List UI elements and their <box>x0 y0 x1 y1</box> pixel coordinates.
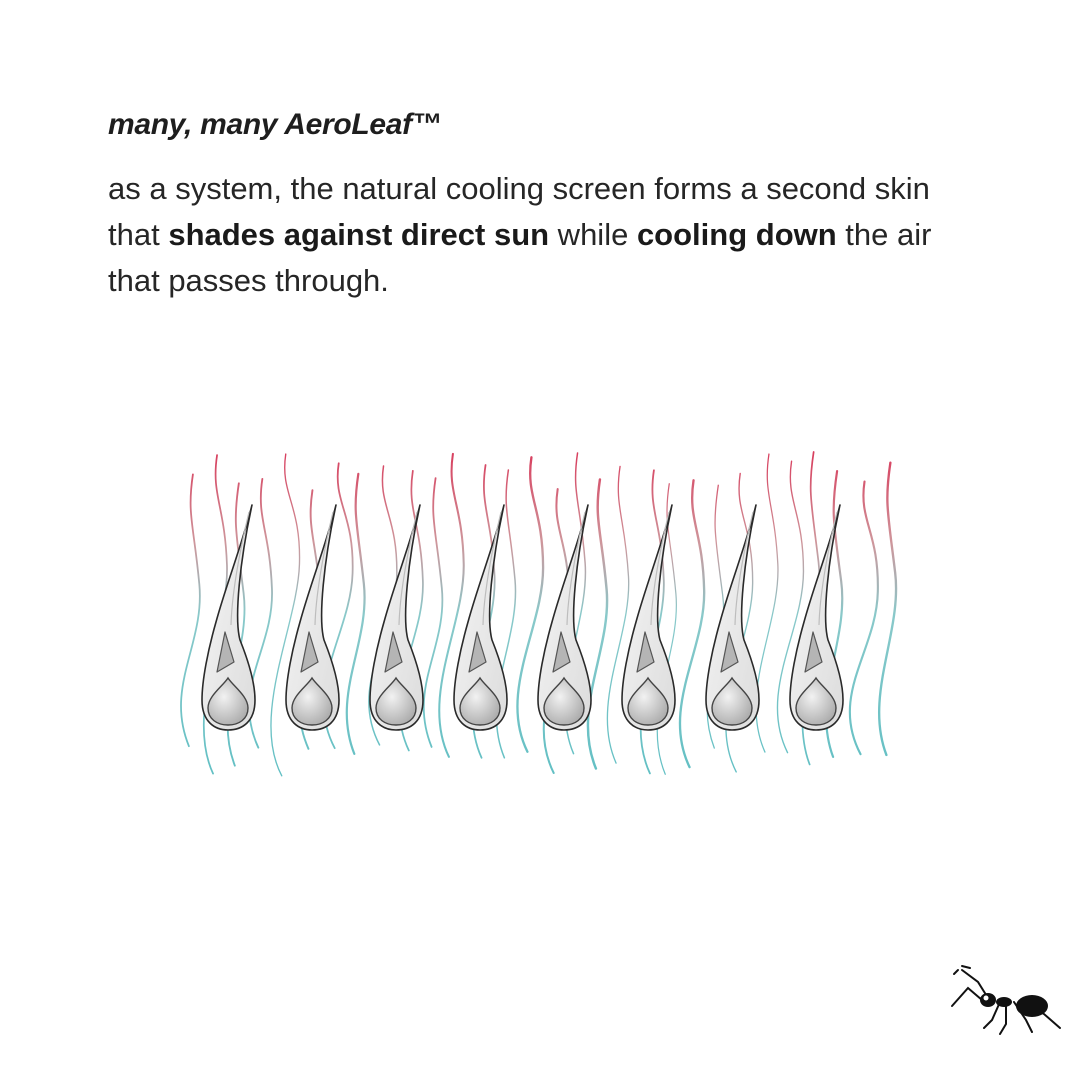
aeroleaf-unit <box>201 504 256 731</box>
airflow-line <box>586 478 609 770</box>
airflow-line <box>180 473 201 748</box>
airflow-line <box>345 472 366 755</box>
airflow-line <box>678 479 706 769</box>
airflow-line <box>270 453 301 777</box>
airflow-line <box>878 461 898 757</box>
airflow-line <box>755 453 779 753</box>
aeroleaf-array-diagram <box>180 451 898 777</box>
airflow-line <box>848 480 879 756</box>
ant-logo-icon <box>951 965 1061 1035</box>
airflow-lines <box>180 451 898 777</box>
aeroleaf-unit <box>621 504 676 731</box>
aeroleaf-unit <box>705 504 760 731</box>
aeroleaf-unit <box>369 504 424 731</box>
